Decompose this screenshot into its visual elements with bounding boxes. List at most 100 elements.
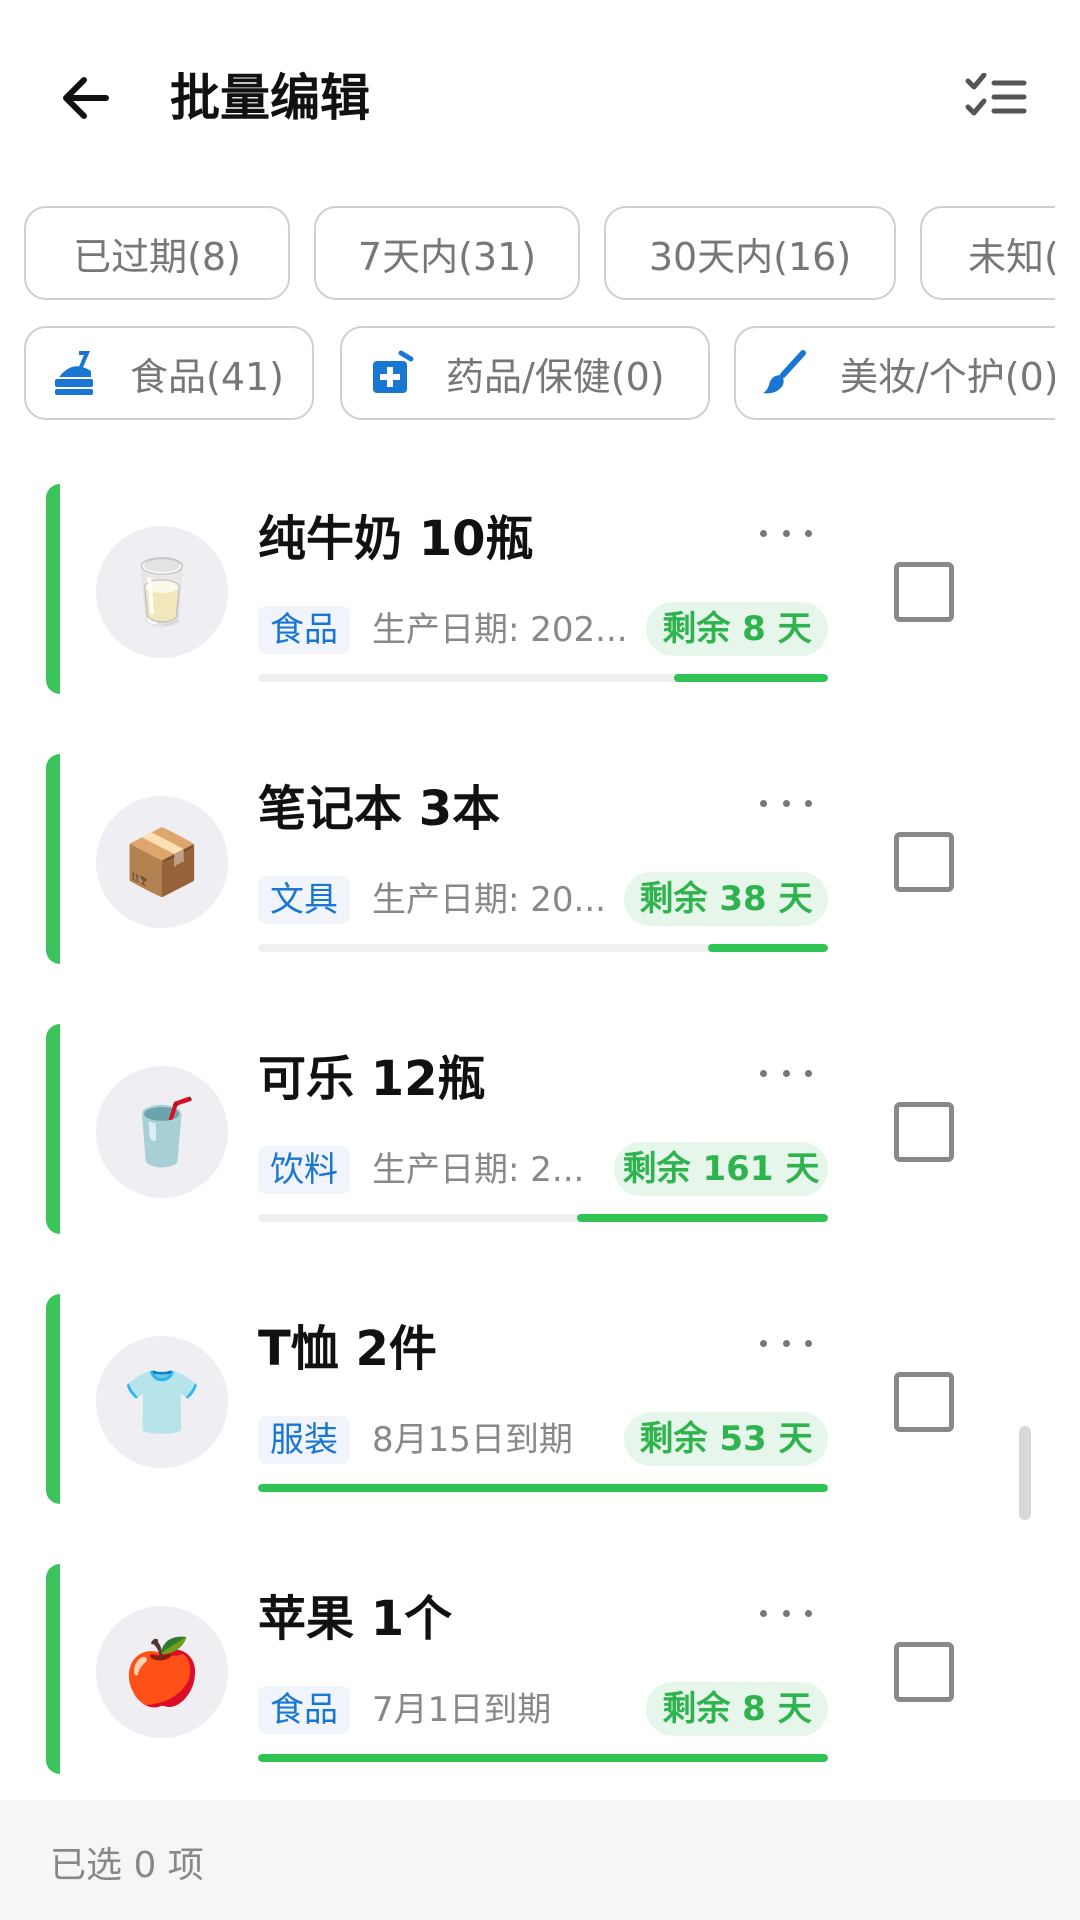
dot-icon <box>805 1609 812 1617</box>
item-accent-bar <box>46 754 60 964</box>
item-checkbox[interactable] <box>894 1372 954 1432</box>
expiry-progress <box>258 944 828 952</box>
dot-icon <box>760 1609 767 1617</box>
soda-cup-icon: 🥤 <box>122 1095 202 1170</box>
dot-icon <box>805 1339 812 1347</box>
dot-icon <box>782 1609 790 1617</box>
dot-icon <box>782 1339 790 1347</box>
item-accent-bar <box>46 1294 60 1504</box>
item-thumbnail: 🥤 <box>96 1066 228 1198</box>
medicine-icon <box>366 348 416 398</box>
item-accent-bar <box>46 484 60 694</box>
item-accent-bar <box>46 1024 60 1234</box>
package-box-icon: 📦 <box>122 825 202 900</box>
dot-icon <box>805 529 812 537</box>
remaining-badge: 剩余 8 天 <box>646 1682 828 1736</box>
category-badge: 服装 <box>258 1416 350 1464</box>
chip-within-30-days[interactable]: 30天内(16) <box>604 206 896 300</box>
list-item[interactable]: 🍎 苹果 1个 食品 7月1日到期 剩余 8 天 <box>0 1550 1080 1780</box>
item-title: T恤 2件 <box>258 1321 437 1377</box>
remaining-badge: 剩余 53 天 <box>624 1412 828 1466</box>
list-item[interactable]: 👕 T恤 2件 服装 8月15日到期 剩余 53 天 <box>0 1280 1080 1510</box>
food-icon <box>50 348 100 398</box>
item-meta: 生产日期: 20... <box>372 880 606 920</box>
item-checkbox[interactable] <box>894 562 954 622</box>
dot-icon <box>760 1339 767 1347</box>
progress-fill <box>258 1754 828 1762</box>
scroll-indicator[interactable] <box>1019 1426 1031 1520</box>
item-meta: 生产日期: 2... <box>372 1150 585 1190</box>
item-checkbox[interactable] <box>894 1642 954 1702</box>
arrow-left-icon <box>63 77 109 119</box>
chip-expired[interactable]: 已过期(8) <box>24 206 290 300</box>
back-button[interactable] <box>50 62 122 134</box>
select-all-button[interactable] <box>960 66 1032 128</box>
progress-fill <box>577 1214 828 1222</box>
page-title: 批量编辑 <box>170 69 370 127</box>
progress-fill <box>708 944 828 952</box>
chip-unknown[interactable]: 未知( <box>920 206 1055 300</box>
app-header: 批量编辑 <box>0 0 1080 196</box>
expiry-progress <box>258 674 828 682</box>
expiry-progress <box>258 1214 828 1222</box>
milk-glass-icon: 🥛 <box>122 555 202 630</box>
chip-label: 已过期(8) <box>73 234 241 279</box>
apple-icon: 🍎 <box>122 1635 202 1710</box>
category-badge: 食品 <box>258 1686 350 1734</box>
item-title: 苹果 1个 <box>258 1591 453 1647</box>
item-meta: 8月15日到期 <box>372 1420 573 1460</box>
dot-icon <box>805 1069 812 1077</box>
selected-count: 已选 0 项 <box>50 1845 204 1886</box>
tshirt-icon: 👕 <box>122 1365 202 1440</box>
item-thumbnail: 📦 <box>96 796 228 928</box>
bottom-bar: 已选 0 项 <box>0 1800 1080 1920</box>
more-options-button[interactable] <box>760 1598 812 1628</box>
item-checkbox[interactable] <box>894 832 954 892</box>
brush-icon <box>760 348 810 398</box>
chip-label: 未知( <box>968 234 1055 279</box>
chip-label: 美妆/个护(0) <box>840 354 1055 399</box>
chip-label: 30天内(16) <box>648 234 852 279</box>
chip-food[interactable]: 食品(41) <box>24 326 314 420</box>
chip-label: 药品/保健(0) <box>446 354 665 399</box>
item-meta: 7月1日到期 <box>372 1690 552 1730</box>
remaining-badge: 剩余 38 天 <box>624 872 828 926</box>
more-options-button[interactable] <box>760 1328 812 1358</box>
chip-beauty[interactable]: 美妆/个护(0) <box>734 326 1055 420</box>
list-item[interactable]: 🥤 可乐 12瓶 饮料 生产日期: 2... 剩余 161 天 <box>0 1010 1080 1240</box>
item-checkbox[interactable] <box>894 1102 954 1162</box>
more-options-button[interactable] <box>760 788 812 818</box>
item-title: 可乐 12瓶 <box>258 1051 486 1107</box>
progress-fill <box>674 674 828 682</box>
dot-icon <box>782 799 790 807</box>
item-thumbnail: 🥛 <box>96 526 228 658</box>
category-badge: 食品 <box>258 606 350 654</box>
chip-within-7-days[interactable]: 7天内(31) <box>314 206 580 300</box>
chip-label: 食品(41) <box>130 354 285 399</box>
item-meta: 生产日期: 202... <box>372 610 628 650</box>
checklist-icon <box>965 73 1027 116</box>
expiry-progress <box>258 1754 828 1762</box>
chip-label: 7天内(31) <box>357 234 537 279</box>
dot-icon <box>782 1069 790 1077</box>
dot-icon <box>782 529 790 537</box>
chip-medicine[interactable]: 药品/保健(0) <box>340 326 710 420</box>
more-options-button[interactable] <box>760 518 812 548</box>
category-badge: 文具 <box>258 876 350 924</box>
more-options-button[interactable] <box>760 1058 812 1088</box>
expiry-progress <box>258 1484 828 1492</box>
remaining-badge: 剩余 8 天 <box>646 602 828 656</box>
dot-icon <box>760 1069 767 1077</box>
remaining-badge: 剩余 161 天 <box>614 1142 828 1196</box>
item-accent-bar <box>46 1564 60 1774</box>
time-filter-row: 已过期(8) 7天内(31) 30天内(16) 未知( <box>0 206 1055 302</box>
dot-icon <box>760 799 767 807</box>
category-filter-row: 食品(41) 药品/保健(0) 美妆/个护(0) <box>0 326 1055 422</box>
dot-icon <box>805 799 812 807</box>
progress-fill <box>258 1484 828 1492</box>
list-item[interactable]: 📦 笔记本 3本 文具 生产日期: 20... 剩余 38 天 <box>0 740 1080 970</box>
item-title: 笔记本 3本 <box>258 781 501 837</box>
item-title: 纯牛奶 10瓶 <box>258 511 534 567</box>
list-item[interactable]: 🥛 纯牛奶 10瓶 食品 生产日期: 202... 剩余 8 天 <box>0 470 1080 700</box>
dot-icon <box>760 529 767 537</box>
